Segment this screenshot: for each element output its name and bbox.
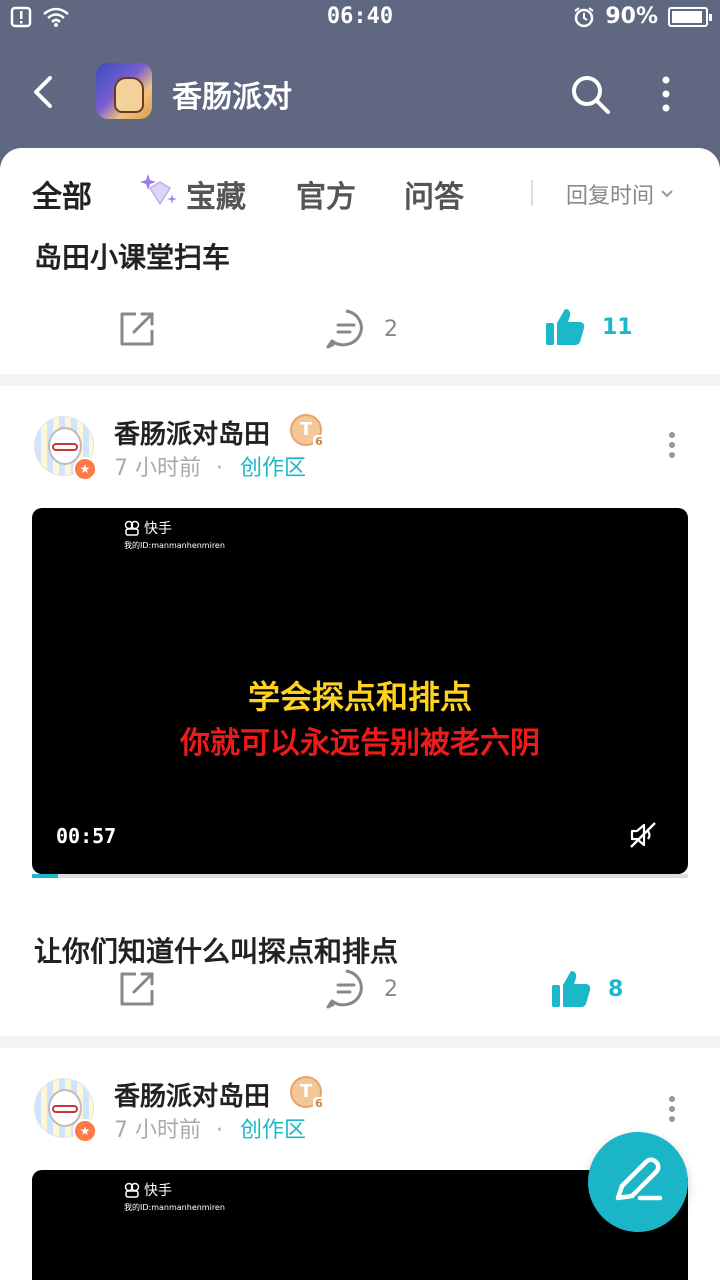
thumbs-up-icon (552, 971, 591, 1007)
comment-button[interactable]: 2 (324, 308, 398, 350)
more-vertical-icon[interactable] (656, 72, 676, 116)
level-number: 6 (313, 435, 325, 449)
level-badge: T 6 (290, 414, 325, 449)
comment-button[interactable]: 2 (324, 968, 398, 1010)
diamond-icon (140, 174, 177, 206)
video-progress-bar[interactable] (32, 874, 688, 878)
share-button[interactable] (116, 308, 158, 350)
post-card[interactable]: ★ 香肠派对岛田 T 6 7 小时前 · 创作区 快手 我的ID:manmanh… (0, 386, 720, 1036)
compose-post-button[interactable] (588, 1132, 688, 1232)
comment-icon (326, 309, 363, 349)
alarm-icon (574, 6, 594, 27)
sort-label: 回复时间 (566, 184, 655, 209)
kuaishou-logo-icon (124, 1182, 140, 1198)
sort-dropdown[interactable]: 回复时间 (566, 178, 674, 210)
level-number: 6 (313, 1097, 325, 1111)
avatar[interactable]: ★ (34, 1078, 97, 1143)
video-caption-line1: 学会探点和排点 (247, 678, 472, 716)
meta-separator: · (216, 456, 223, 481)
share-icon (120, 972, 154, 1006)
tab-divider (531, 180, 533, 206)
search-icon[interactable] (568, 72, 612, 116)
level-letter: T (299, 419, 313, 440)
post-title[interactable]: 让你们知道什么叫探点和排点 (34, 930, 398, 970)
post-time: 7 小时前 (114, 456, 201, 481)
kuaishou-user-id: 我的ID:manmanhenmiren (124, 541, 225, 550)
status-bar: 06:40 90% (0, 0, 720, 36)
share-button[interactable] (116, 968, 158, 1010)
post-card[interactable]: 岛田小课堂扫车 2 11 (0, 230, 720, 374)
video-player[interactable]: 快手 我的ID:manmanhenmiren 学会探点和排点 你就可以永远告别被… (32, 508, 688, 874)
kuaishou-brand: 快手 (144, 1183, 172, 1199)
back-arrow-icon[interactable] (24, 70, 64, 114)
like-count: 11 (602, 314, 633, 340)
battery-percent: 90% (605, 4, 658, 29)
comment-count: 2 (384, 316, 398, 342)
kuaishou-user-id: 我的ID:manmanhenmiren (124, 1203, 225, 1212)
vip-badge-icon: ★ (73, 1119, 97, 1143)
tab-bar: 全部 宝藏 官方 问答 回复时间 (0, 148, 720, 230)
level-letter: T (299, 1081, 313, 1102)
video-progress-fill (32, 874, 59, 878)
comment-icon (326, 969, 363, 1009)
like-count: 8 (608, 976, 624, 1002)
game-logo[interactable] (96, 63, 152, 119)
more-vertical-icon[interactable] (664, 1094, 680, 1124)
post-time: 7 小时前 (114, 1118, 201, 1143)
kuaishou-brand: 快手 (144, 521, 172, 537)
tab-treasure[interactable]: 宝藏 (186, 172, 246, 216)
more-vertical-icon[interactable] (664, 430, 680, 460)
post-category[interactable]: 创作区 (240, 456, 306, 481)
level-badge: T 6 (290, 1076, 325, 1111)
content-sheet: 全部 宝藏 官方 问答 回复时间 岛田小课堂扫车 2 11 ★ 香肠派对岛田 T… (0, 148, 720, 1280)
pen-icon (615, 1157, 663, 1201)
post-meta: 7 小时前 · 创作区 (114, 450, 306, 482)
author-name[interactable]: 香肠派对岛田 (114, 1076, 270, 1113)
like-button[interactable]: 11 (544, 306, 633, 348)
mute-icon[interactable] (628, 820, 658, 850)
post-category[interactable]: 创作区 (240, 1118, 306, 1143)
vip-badge-icon: ★ (73, 457, 97, 481)
avatar[interactable]: ★ (34, 416, 97, 481)
post-meta: 7 小时前 · 创作区 (114, 1112, 306, 1144)
author-name[interactable]: 香肠派对岛田 (114, 414, 270, 451)
post-title[interactable]: 岛田小课堂扫车 (34, 236, 230, 276)
page-title: 香肠派对 (172, 80, 292, 115)
share-icon (120, 312, 154, 346)
status-right-icons: 90% (573, 4, 712, 29)
chevron-down-icon (661, 190, 673, 198)
tab-all[interactable]: 全部 (32, 172, 92, 216)
app-header: 香肠派对 (0, 36, 720, 148)
kuaishou-watermark: 快手 (124, 1180, 172, 1200)
like-button[interactable]: 8 (550, 968, 623, 1010)
kuaishou-watermark: 快手 (124, 518, 172, 538)
tab-qa[interactable]: 问答 (404, 172, 464, 216)
tab-official[interactable]: 官方 (296, 172, 356, 216)
comment-count: 2 (384, 976, 398, 1002)
meta-separator: · (216, 1118, 223, 1143)
battery-icon (668, 6, 712, 27)
video-duration: 00:57 (56, 824, 117, 848)
kuaishou-logo-icon (124, 520, 140, 536)
thumbs-up-icon (546, 309, 585, 345)
video-caption-line2: 你就可以永远告别被老六阴 (180, 726, 540, 761)
